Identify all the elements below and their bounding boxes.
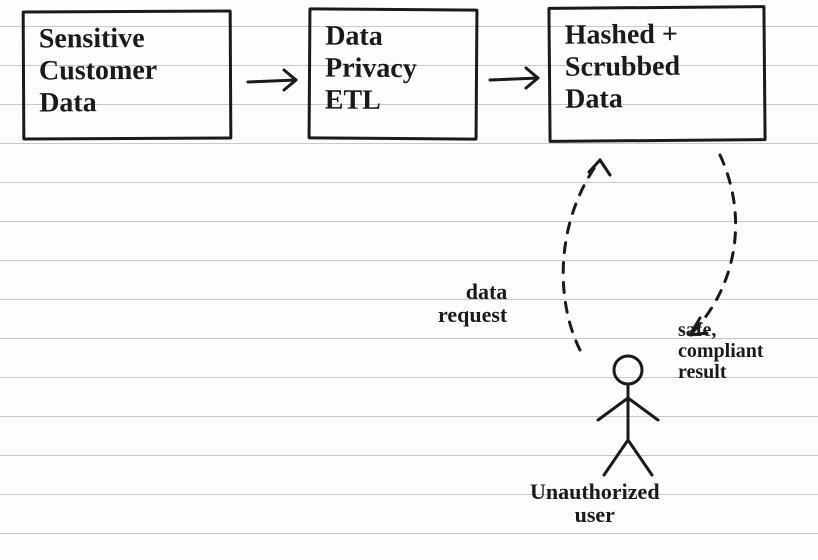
- label-unauthorized-user: Unauthorized user: [530, 480, 660, 526]
- box-line: Scrubbed: [565, 50, 749, 84]
- box-privacy-etl: Data Privacy ETL: [308, 7, 479, 140]
- label-safe-result: safe, compliant result: [678, 320, 764, 383]
- arrow-source-to-etl: [248, 70, 296, 90]
- stick-figure-icon: [598, 356, 658, 475]
- box-line: ETL: [325, 85, 461, 118]
- box-line: Data: [565, 83, 749, 117]
- arrowhead-request: [589, 160, 610, 175]
- arrow-etl-to-output: [490, 68, 538, 88]
- diagram-canvas: Sensitive Customer Data Data Privacy ETL…: [0, 0, 818, 560]
- dashed-arrow-result: [690, 155, 736, 335]
- box-line: Hashed +: [565, 18, 749, 52]
- box-line: Data: [325, 21, 461, 54]
- label-data-request: data request: [438, 280, 507, 326]
- box-line: Sensitive: [39, 23, 215, 56]
- box-line: Customer: [39, 55, 215, 88]
- box-line: Data: [39, 87, 215, 120]
- box-hashed-output: Hashed + Scrubbed Data: [547, 5, 766, 143]
- dashed-arrow-request: [563, 160, 600, 350]
- box-sensitive-data: Sensitive Customer Data: [22, 9, 233, 140]
- box-line: Privacy: [325, 53, 461, 86]
